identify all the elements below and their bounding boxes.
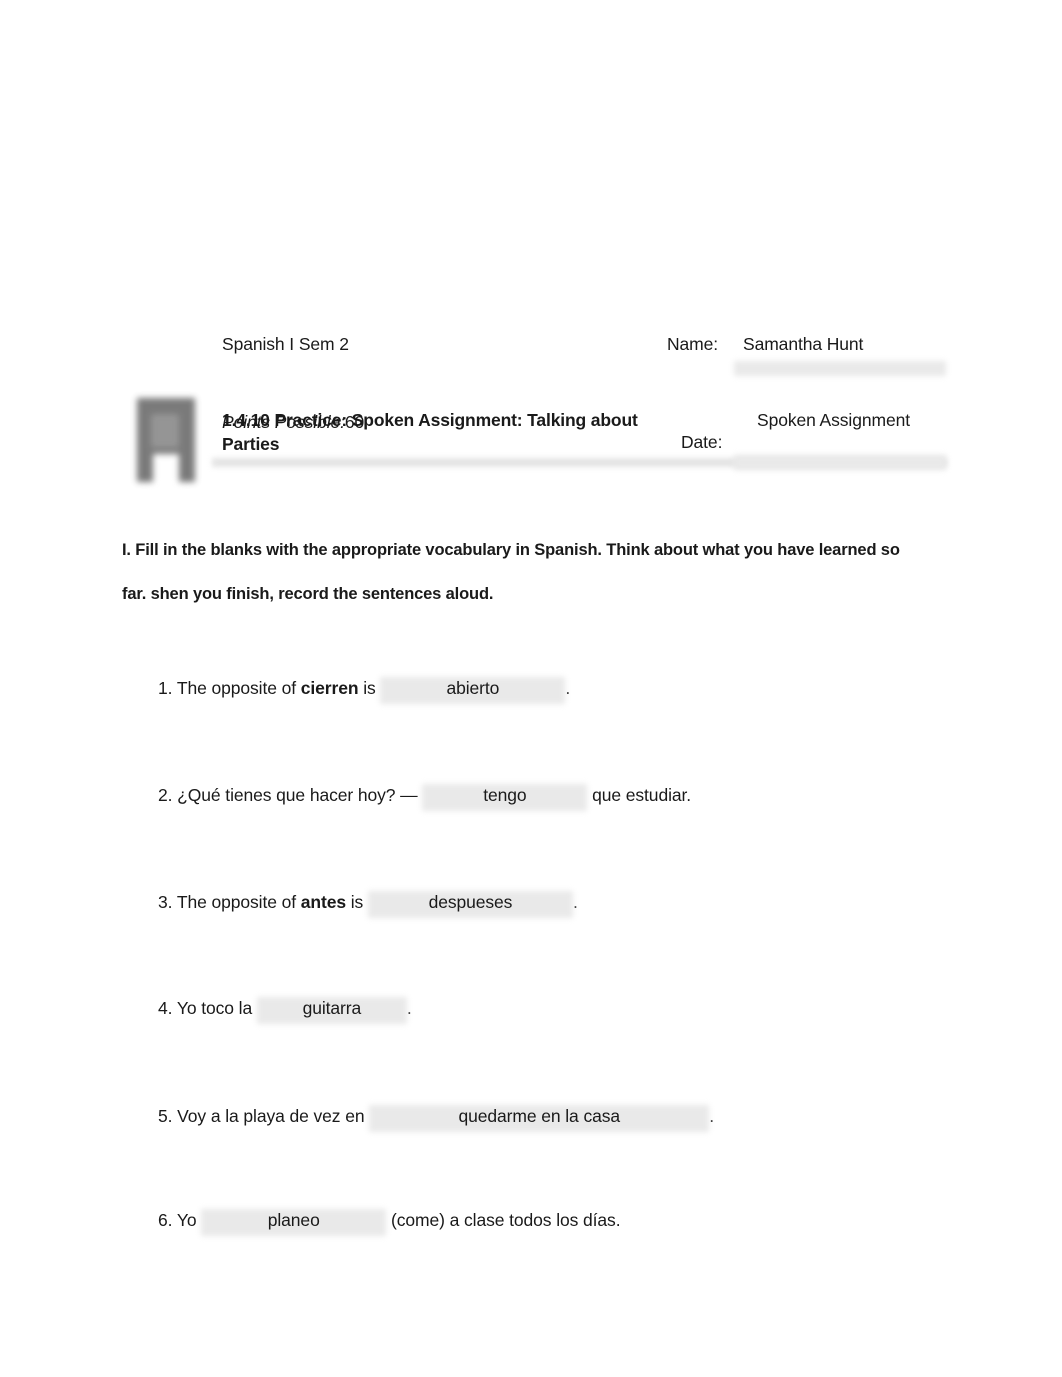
name-underline [734,361,946,376]
instructions-text: I. Fill in the blanks with the appropria… [122,541,900,604]
points-possible-value: 60 [344,412,365,432]
answer-text: tengo [483,785,527,805]
question-pre-text: Voy a la playa de vez en [177,1106,370,1126]
question-post-text: . [709,1106,715,1126]
question-post-text: . [565,678,571,698]
document-page: 1.4.10 Practice: Spoken Assignment: Talk… [0,0,1062,1377]
answer-text: abierto [446,678,500,698]
answer-blank-5[interactable]: quedarme en la casa [369,1105,710,1132]
answer-text: planeo [267,1210,320,1230]
answer-text: guitarra [302,998,362,1018]
question-item-1: 1. The opposite of cierren is abierto. [158,677,571,704]
question-post-text: . [406,998,412,1018]
name-value: Samantha Hunt [743,334,864,354]
answer-blank-6[interactable]: planeo [201,1209,387,1236]
question-mid-text: is [345,892,368,912]
question-item-2: 2. ¿Qué tienes que hacer hoy? — tengo qu… [158,784,692,811]
question-item-5: 5. Voy a la playa de vez en quedarme en … [158,1105,715,1132]
question-bold-term: cierren [300,678,359,698]
ribbon-notch-shape [153,454,179,484]
assignment-kind-label: Spoken Assignment [757,410,910,430]
course-name: Spanish I Sem 2 [222,334,349,354]
question-pre-text: The opposite of [176,678,301,698]
question-bold-term: antes [300,892,346,912]
name-label: Name: [667,334,719,354]
question-mid-text: is [358,678,381,698]
answer-text: despueses [428,892,513,912]
question-pre-text: Yo toco la [176,998,257,1018]
bookmark-ribbon-icon [131,394,201,486]
answer-text: quedarme en la casa [458,1106,621,1126]
date-label: Date: [681,432,723,452]
question-item-3: 3. The opposite of antes is despueses. [158,891,578,918]
question-item-4: 4. Yo toco la guitarra. [158,997,412,1024]
question-item-6: 6. Yo planeo (come) a clase todos los dí… [158,1209,621,1236]
date-underline [734,455,946,470]
question-number: 1. [158,678,173,698]
question-number: 2. [158,785,173,805]
points-possible-label: Points Possible: [222,412,345,432]
ribbon-inner-shape [151,414,179,448]
question-post-text: (come) a clase todos los días. [386,1210,621,1230]
question-post-text: que estudiar. [587,785,692,805]
question-pre-text: The opposite of [176,892,301,912]
answer-blank-3[interactable]: despueses [367,891,573,918]
answer-blank-4[interactable]: guitarra [256,997,407,1024]
question-post-text: . [572,892,578,912]
question-number: 5. [158,1106,173,1126]
points-possible: Points Possible:60 [222,412,364,433]
document-header: 1.4.10 Practice: Spoken Assignment: Talk… [0,196,1062,484]
question-pre-text: Yo [176,1210,202,1230]
answer-blank-2[interactable]: tengo [422,784,588,811]
answer-blank-1[interactable]: abierto [380,677,566,704]
question-number: 6. [158,1210,173,1230]
question-number: 4. [158,998,173,1018]
question-number: 3. [158,892,173,912]
question-pre-text: ¿Qué tienes que hacer hoy? — [177,785,423,805]
